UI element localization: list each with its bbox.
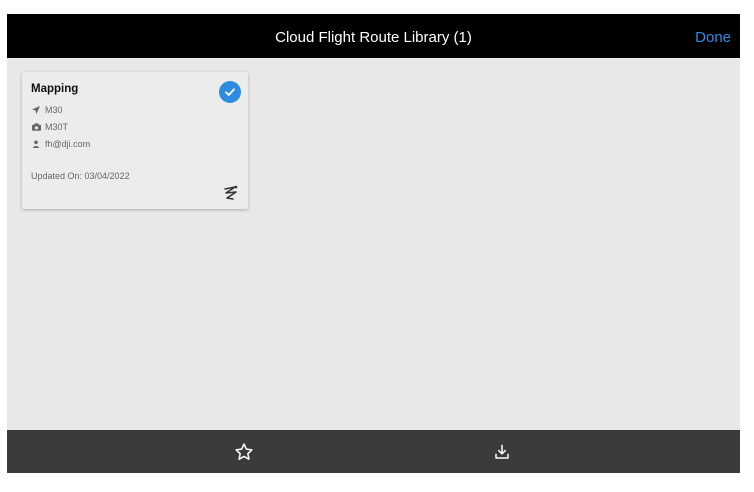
aircraft-model: M30 bbox=[45, 105, 63, 115]
favorite-button[interactable] bbox=[224, 430, 264, 473]
page-title: Cloud Flight Route Library (1) bbox=[275, 29, 472, 46]
route-type-icon bbox=[224, 185, 238, 200]
download-icon bbox=[495, 444, 509, 459]
aircraft-icon bbox=[31, 106, 41, 114]
camera-row: M30T bbox=[31, 122, 68, 132]
camera-icon bbox=[31, 123, 41, 131]
app-screen: Cloud Flight Route Library (1) Done Mapp… bbox=[7, 14, 740, 473]
selected-check-icon[interactable] bbox=[219, 81, 241, 103]
star-icon bbox=[235, 442, 253, 460]
camera-model: M30T bbox=[45, 122, 69, 132]
done-button[interactable]: Done bbox=[695, 14, 731, 58]
aircraft-row: M30 bbox=[31, 105, 63, 115]
route-card[interactable]: Mapping M30 M30T fh@dji.com Updated On: … bbox=[22, 72, 248, 209]
download-button[interactable] bbox=[482, 430, 522, 473]
top-bar: Cloud Flight Route Library (1) Done bbox=[7, 14, 740, 58]
owner-email: fh@dji.com bbox=[45, 139, 91, 149]
user-icon bbox=[31, 140, 41, 148]
updated-date: Updated On: 03/04/2022 bbox=[31, 171, 130, 181]
route-name: Mapping bbox=[31, 83, 79, 95]
owner-row: fh@dji.com bbox=[31, 139, 90, 149]
bottom-toolbar bbox=[7, 430, 740, 473]
